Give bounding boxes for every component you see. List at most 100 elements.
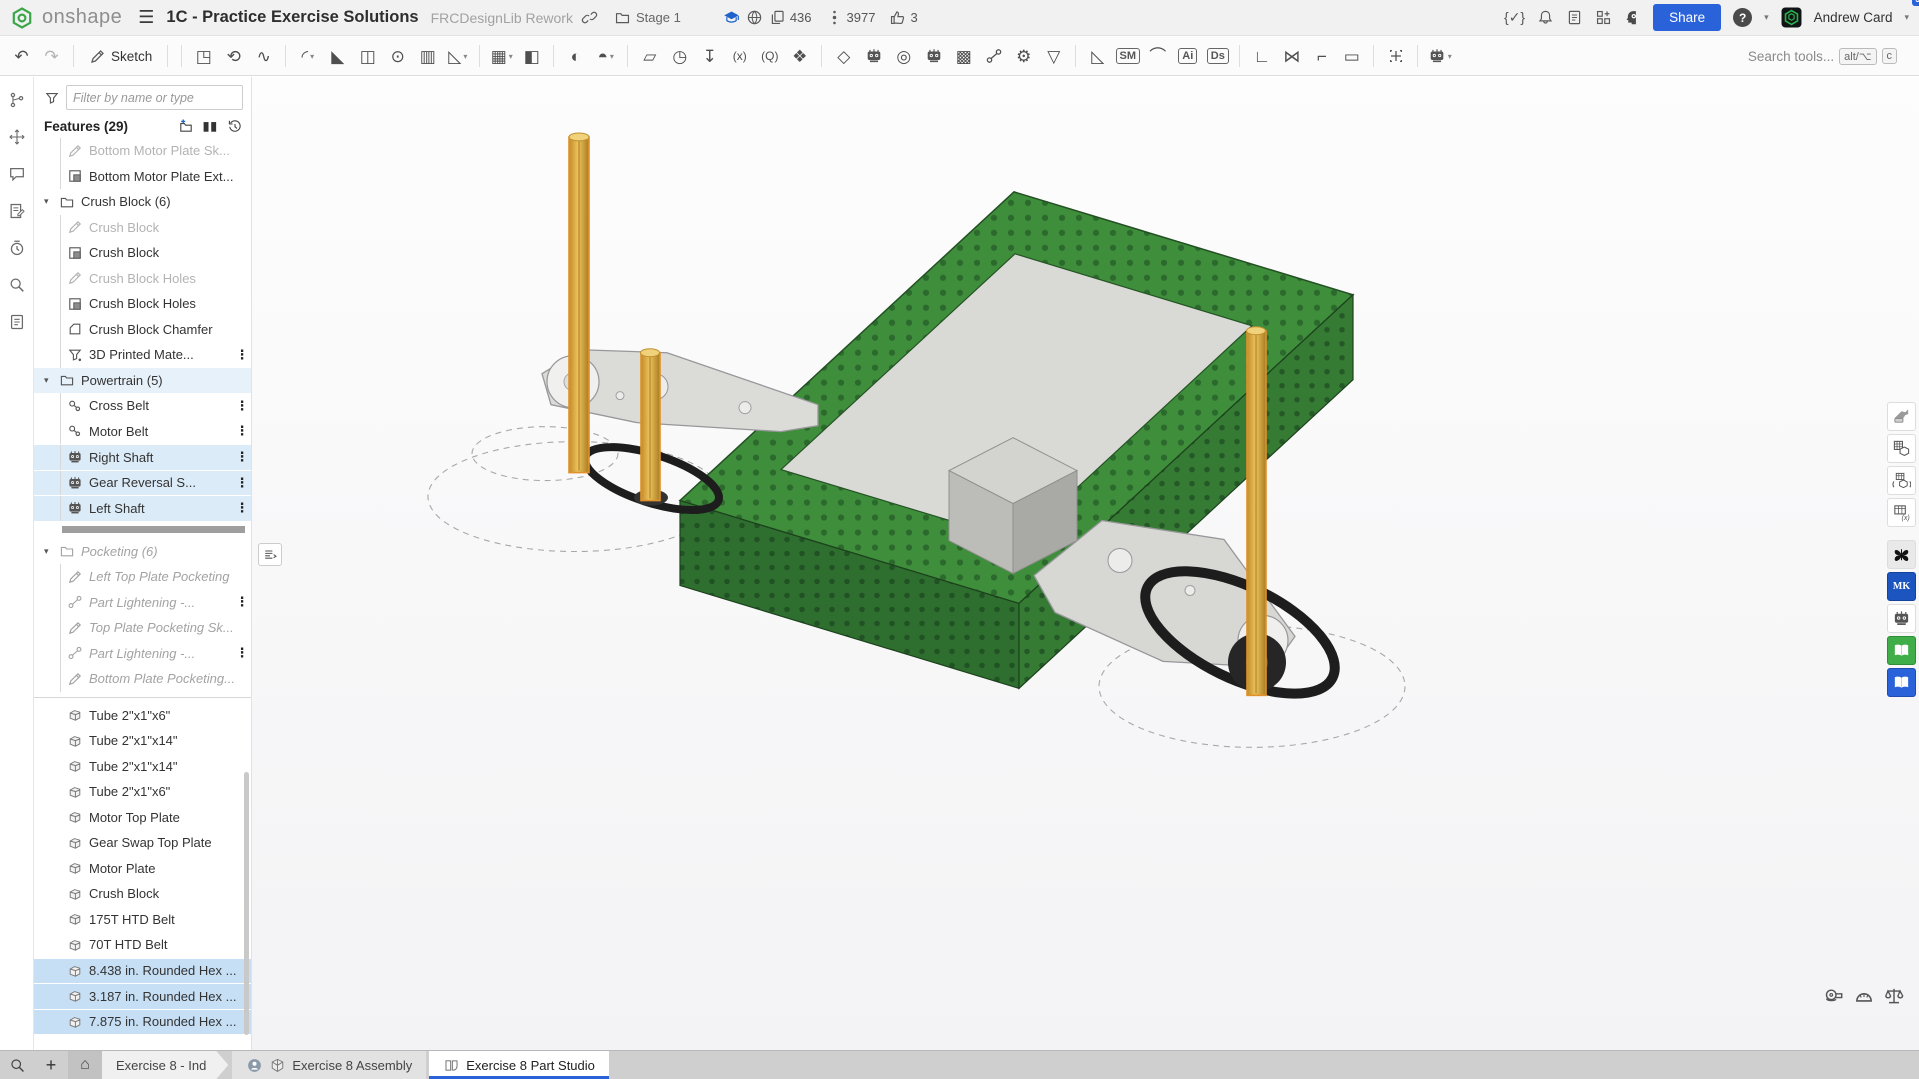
- learning-cap-icon[interactable]: [723, 9, 740, 26]
- model-gear-reversal-shaft[interactable]: [641, 349, 661, 501]
- panel-follow-mode-icon[interactable]: [8, 128, 26, 149]
- chevron-down-icon[interactable]: ▾: [44, 196, 59, 207]
- feature-part-lightening[interactable]: Part Lightening -...⋮: [34, 641, 251, 667]
- notifications-bell-icon[interactable]: [1537, 9, 1554, 26]
- rollback-handle-button[interactable]: [258, 543, 282, 566]
- fillet-button[interactable]: ◜▾: [294, 42, 321, 70]
- public-globe-icon[interactable]: [746, 9, 763, 26]
- tab-search-button[interactable]: [0, 1051, 34, 1079]
- help-button[interactable]: ?: [1733, 8, 1752, 27]
- shell-button[interactable]: ◫: [354, 42, 381, 70]
- feature-part-lightening[interactable]: Part Lightening -...⋮: [34, 590, 251, 616]
- feature-powertrain-5[interactable]: ▾Powertrain (5): [34, 368, 251, 394]
- hole-button[interactable]: ⊙: [384, 42, 411, 70]
- model-scene[interactable]: [252, 77, 1919, 1050]
- suppress-dots-icon[interactable]: ⋮: [233, 594, 251, 610]
- chevron-down-icon[interactable]: ▾: [44, 375, 59, 386]
- appearance-panel-button[interactable]: [1887, 402, 1916, 431]
- chevron-down-icon[interactable]: ▾: [44, 546, 59, 557]
- feature-3d-printed-mate[interactable]: 3D Printed Mate...⋮: [34, 342, 251, 368]
- part-70t-htd-belt[interactable]: 70T HTD Belt: [34, 932, 251, 958]
- custom-feature-1-button[interactable]: [860, 42, 887, 70]
- ai-assistant-icon[interactable]: [1624, 9, 1641, 26]
- part-tube-2-x1-x6[interactable]: Tube 2"x1"x6": [34, 703, 251, 729]
- part-8-438-in-rounded-hex[interactable]: 8.438 in. Rounded Hex ...: [34, 958, 251, 984]
- part-tube-2-x1-x14[interactable]: Tube 2"x1"x14": [34, 728, 251, 754]
- feature-crush-block-holes[interactable]: Crush Block Holes: [34, 291, 251, 317]
- feature-crush-block-6[interactable]: ▾Crush Block (6): [34, 189, 251, 215]
- split-button[interactable]: ◓▾: [592, 42, 619, 70]
- feature-gear-reversal-s[interactable]: Gear Reversal S...⋮: [34, 470, 251, 496]
- chamfer-button[interactable]: ◣: [324, 42, 351, 70]
- revolve-button[interactable]: ⟲: [220, 42, 247, 70]
- sweep-button[interactable]: ∿: [250, 42, 277, 70]
- boss-button[interactable]: ▥: [414, 42, 441, 70]
- part-motor-plate[interactable]: Motor Plate: [34, 856, 251, 882]
- tape-measure-button[interactable]: [1823, 985, 1845, 1010]
- model-left-shaft[interactable]: [569, 133, 589, 473]
- followers-stat[interactable]: 3977: [826, 9, 876, 26]
- primitive-button[interactable]: ◇: [830, 42, 857, 70]
- home-tab-button[interactable]: ⌂: [68, 1051, 102, 1079]
- part-tube-2-x1-x6[interactable]: Tube 2"x1"x6": [34, 779, 251, 805]
- feature-bottom-motor-plate-sk[interactable]: Bottom Motor Plate Sk...: [34, 138, 251, 164]
- flange-button[interactable]: ⌒: [1144, 42, 1171, 70]
- tree-scrollbar[interactable]: [244, 772, 249, 1035]
- boolean-button[interactable]: ◐: [562, 42, 589, 70]
- panel-history-icon[interactable]: [8, 239, 26, 260]
- measure-variable-button[interactable]: (Q): [756, 42, 783, 70]
- origin-target-button[interactable]: [1382, 42, 1409, 70]
- user-avatar[interactable]: [1781, 7, 1802, 28]
- design-studio-button[interactable]: Ds: [1204, 42, 1231, 70]
- plane-button[interactable]: ▱: [636, 42, 663, 70]
- feature-bottom-plate-pocketing[interactable]: Bottom Plate Pocketing...: [34, 666, 251, 692]
- suspend-rebuild-button[interactable]: ▮▮: [203, 119, 218, 133]
- user-menu-caret-icon[interactable]: ▾: [1904, 12, 1909, 23]
- panel-comments-icon[interactable]: [8, 165, 26, 186]
- viewport-3d[interactable]: Top Front Right Z X Y: [252, 77, 1919, 1050]
- bom-table-panel-button[interactable]: [1887, 434, 1916, 463]
- bend-button[interactable]: ∟: [1248, 42, 1275, 70]
- sketch-button[interactable]: Sketch: [82, 42, 159, 70]
- feature-pocketing-6[interactable]: ▾Pocketing (6): [34, 539, 251, 565]
- extrude-button[interactable]: ◳: [190, 42, 217, 70]
- sheet-metal-model-button[interactable]: ◺: [1084, 42, 1111, 70]
- library-blue-app-panel-button[interactable]: [1887, 668, 1916, 697]
- panel-properties-icon[interactable]: [8, 313, 26, 334]
- tab-exercise-8-part-studio[interactable]: Exercise 8 Part Studio: [429, 1051, 609, 1079]
- draft-button[interactable]: ◺▾: [444, 42, 471, 70]
- configurations-panel-button[interactable]: (x): [1887, 498, 1916, 527]
- new-folder-button[interactable]: [178, 118, 194, 134]
- mirror-button[interactable]: ◧: [518, 42, 545, 70]
- variable-button[interactable]: (x): [726, 42, 753, 70]
- custom-feature-2-button[interactable]: [920, 42, 947, 70]
- helix-button[interactable]: ◷: [666, 42, 693, 70]
- sheet-metal-button[interactable]: SM: [1114, 42, 1141, 70]
- user-name[interactable]: Andrew Card: [1814, 10, 1893, 25]
- feature-left-top-plate-pocketing[interactable]: Left Top Plate Pocketing: [34, 564, 251, 590]
- release-checklist-icon[interactable]: [1566, 9, 1583, 26]
- frames-table-panel-button[interactable]: [1887, 466, 1916, 495]
- suppress-dots-icon[interactable]: ⋮: [233, 449, 251, 465]
- rollback-history-button[interactable]: [227, 118, 243, 134]
- suppress-dots-icon[interactable]: ⋮: [233, 475, 251, 491]
- likes-stat[interactable]: 3: [889, 9, 917, 26]
- feature-crush-block[interactable]: Crush Block: [34, 240, 251, 266]
- import-export-button[interactable]: ↧: [696, 42, 723, 70]
- mate-connector-button[interactable]: ◎: [890, 42, 917, 70]
- appearance-box-button[interactable]: ▩: [950, 42, 977, 70]
- feature-crush-block-holes[interactable]: Crush Block Holes: [34, 266, 251, 292]
- app-store-grid-icon[interactable]: [1595, 9, 1612, 26]
- assembly-robot-button[interactable]: ▾: [1426, 42, 1453, 70]
- sm-corner-button[interactable]: ⌐: [1308, 42, 1335, 70]
- part-3-187-in-rounded-hex[interactable]: 3.187 in. Rounded Hex ...: [34, 983, 251, 1009]
- tab-exercise-8-assembly[interactable]: Exercise 8 Assembly: [232, 1051, 426, 1079]
- robot-app-panel-button[interactable]: [1887, 604, 1916, 633]
- rollback-bar[interactable]: [62, 526, 245, 533]
- panel-search-icon[interactable]: [8, 276, 26, 297]
- feature-crush-block-chamfer[interactable]: Crush Block Chamfer: [34, 317, 251, 343]
- part-gear-swap-top-plate[interactable]: Gear Swap Top Plate: [34, 830, 251, 856]
- feature-bottom-motor-plate-ext[interactable]: Bottom Motor Plate Ext...: [34, 164, 251, 190]
- linear-pattern-button[interactable]: ▦▾: [488, 42, 515, 70]
- feature-top-plate-pocketing-sk[interactable]: Top Plate Pocketing Sk...: [34, 615, 251, 641]
